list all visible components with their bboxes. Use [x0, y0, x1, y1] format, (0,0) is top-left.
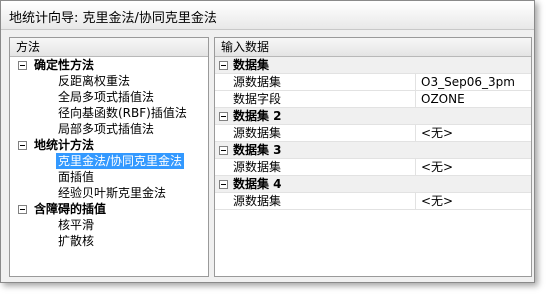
property-name: 源数据集 — [233, 126, 282, 140]
wizard-window: 地统计向导: 克里金法/协同克里金法 方法 确定性方法 反距离权重法 全局多项式… — [0, 0, 535, 283]
section-dataset-2[interactable]: 数据集 2 — [215, 108, 531, 125]
methods-header: 方法 — [10, 38, 208, 57]
window-title: 地统计向导: 克里金法/协同克里金法 — [9, 11, 217, 26]
input-data-panel: 输入数据 数据集 源数据集 O3_Sep06_3pm 数据字段 OZONE 数据… — [214, 37, 532, 277]
section-dataset-3[interactable]: 数据集 3 — [215, 142, 531, 159]
collapse-icon[interactable] — [219, 180, 228, 189]
tree-item-local-polynomial[interactable]: 局部多项式插值法 — [58, 121, 154, 137]
property-value[interactable]: O3_Sep06_3pm — [421, 74, 515, 91]
property-value[interactable]: <无> — [421, 193, 453, 210]
tree-item-rbf[interactable]: 径向基函数(RBF)插值法 — [58, 105, 187, 121]
tree-category-deterministic[interactable]: 确定性方法 — [34, 57, 94, 73]
property-name: 源数据集 — [233, 194, 282, 208]
property-row[interactable]: 源数据集 O3_Sep06_3pm — [215, 74, 531, 91]
section-label: 数据集 2 — [233, 109, 282, 123]
column-divider — [415, 74, 416, 91]
collapse-icon[interactable] — [18, 61, 27, 70]
title-bar: 地统计向导: 克里金法/协同克里金法 — [1, 1, 534, 30]
methods-panel: 方法 确定性方法 反距离权重法 全局多项式插值法 径向基函数(RBF)插值法 局… — [9, 37, 209, 277]
collapse-icon[interactable] — [219, 61, 228, 70]
collapse-icon[interactable] — [219, 146, 228, 155]
tree-item-areal[interactable]: 面插值 — [58, 169, 94, 185]
property-name: 源数据集 — [233, 75, 282, 89]
tree-category-geostatistical[interactable]: 地统计方法 — [34, 137, 94, 153]
column-divider — [415, 125, 416, 142]
column-divider — [415, 193, 416, 210]
collapse-icon[interactable] — [219, 112, 228, 121]
property-name: 数据字段 — [233, 92, 282, 106]
property-value[interactable]: <无> — [421, 159, 453, 176]
section-label: 数据集 — [233, 58, 270, 72]
collapse-icon[interactable] — [18, 141, 27, 150]
tree-item-global-polynomial[interactable]: 全局多项式插值法 — [58, 89, 154, 105]
input-data-header: 输入数据 — [215, 38, 531, 57]
property-name: 源数据集 — [233, 160, 282, 174]
tree-item-kriging[interactable]: 克里金法/协同克里金法 — [56, 153, 185, 169]
column-divider — [415, 159, 416, 176]
property-row[interactable]: 源数据集 <无> — [215, 125, 531, 142]
tree-item-kernel-smoothing[interactable]: 核平滑 — [58, 217, 94, 233]
tree-category-barriers[interactable]: 含障碍的插值 — [34, 201, 106, 217]
tree-item-diffusion-kernel[interactable]: 扩散核 — [58, 233, 94, 249]
property-row[interactable]: 数据字段 OZONE — [215, 91, 531, 108]
column-divider — [415, 91, 416, 108]
section-label: 数据集 4 — [233, 177, 282, 191]
collapse-icon[interactable] — [18, 205, 27, 214]
property-value[interactable]: OZONE — [421, 91, 465, 108]
section-label: 数据集 3 — [233, 143, 282, 157]
tree-item-idw[interactable]: 反距离权重法 — [58, 73, 130, 89]
section-dataset-4[interactable]: 数据集 4 — [215, 176, 531, 193]
property-row[interactable]: 源数据集 <无> — [215, 159, 531, 176]
tree-item-ebk[interactable]: 经验贝叶斯克里金法 — [58, 185, 166, 201]
section-dataset-1[interactable]: 数据集 — [215, 57, 531, 74]
property-row[interactable]: 源数据集 <无> — [215, 193, 531, 210]
property-value[interactable]: <无> — [421, 125, 453, 142]
